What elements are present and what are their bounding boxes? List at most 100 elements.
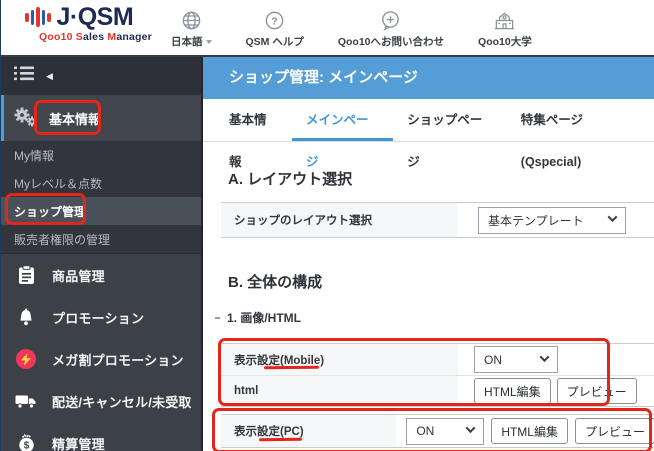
mobile-html-table: 表示設定(Mobile) ON html HTM xyxy=(221,343,654,407)
brand-logo[interactable]: J·QSM Qoo10 Sales Manager xyxy=(25,4,165,43)
sidebar-item-mega-sale[interactable]: メガ割プロモーション xyxy=(1,338,201,380)
section-a-heading: A. レイアウト選択 xyxy=(228,168,654,189)
settlement-icon: $ xyxy=(13,433,39,451)
main-content: ショップ管理: メインページ 基本情報 メインページ ショップページ 特集ページ… xyxy=(201,57,654,451)
field-label-display-pc: 表示設定(PC) xyxy=(221,415,396,447)
sidebar-header: ◀ xyxy=(1,57,201,95)
sidebar-submenu: My情報 Myレベル＆点数 ショップ管理 販売者権限の管理 xyxy=(1,141,201,253)
logo-title: J·QSM xyxy=(57,4,134,30)
qsm-help-link[interactable]: ? QSM ヘルプ xyxy=(246,8,304,49)
group-label-image-html: 1. 画像/HTML xyxy=(215,309,654,326)
field-label-text: html xyxy=(234,385,258,397)
display-pc-select[interactable]: ON xyxy=(406,418,484,445)
chevron-down-icon xyxy=(466,423,476,433)
menu-item-label: 配送/キャンセル/未受取 xyxy=(52,392,192,411)
sidebar-item-product-management[interactable]: 商品管理 xyxy=(1,254,201,296)
svg-text:$: $ xyxy=(23,441,29,451)
qoo10-university-link[interactable]: Qoo10大学 xyxy=(478,8,532,49)
promotion-bell-icon xyxy=(13,308,39,327)
field-label-text: 表示設定(Mobile) xyxy=(234,352,324,368)
sidebar-item-label: 基本情報 xyxy=(49,109,101,128)
sidebar: ◀ xyxy=(1,57,201,451)
logo-subtitle: Qoo10 Sales Manager xyxy=(39,31,165,43)
layout-select-table: ショップのレイアウト選択 基本テンプレート xyxy=(221,202,654,238)
tab-bar: 基本情報 メインページ ショップページ 特集ページ(Qspecial) xyxy=(203,99,654,142)
university-label: Qoo10大学 xyxy=(478,34,532,49)
globe-icon xyxy=(180,8,203,32)
field-value: ON xyxy=(458,344,654,375)
submenu-label: ショップ管理 xyxy=(14,203,86,220)
group-label-text: 1. 画像/HTML xyxy=(227,309,301,326)
qsm-app-window: J·QSM Qoo10 Sales Manager 日本語 ? xyxy=(0,0,654,451)
html-edit-button-pc[interactable]: HTML編集 xyxy=(491,418,568,444)
preview-button-pc[interactable]: プレビュー xyxy=(575,418,654,444)
layout-template-select[interactable]: 基本テンプレート xyxy=(478,207,626,234)
menu-item-label: 精算管理 xyxy=(52,434,105,451)
html-edit-button[interactable]: HTML編集 xyxy=(474,378,551,404)
product-icon xyxy=(13,265,39,285)
logo-sub-s: S xyxy=(76,31,83,43)
field-value: 基本テンプレート xyxy=(458,203,654,237)
caret-down-icon xyxy=(206,40,212,44)
submenu-label: Myレベル＆点数 xyxy=(14,175,102,192)
table-row: ショップのレイアウト選択 基本テンプレート xyxy=(221,203,654,237)
mega-sale-icon xyxy=(13,349,39,369)
field-value: ON HTML編集 プレビュー xyxy=(396,415,654,447)
field-label-html: html xyxy=(221,376,458,406)
contact-icon xyxy=(379,8,402,32)
shipping-truck-icon xyxy=(13,394,39,409)
table-row-pc: 表示設定(PC) ON HTML編集 プレビュー xyxy=(221,415,654,447)
sidebar-item-basic-info[interactable]: 基本情報 xyxy=(1,95,201,141)
sidebar-item-my-level[interactable]: Myレベル＆点数 xyxy=(1,169,201,197)
field-label-display-mobile: 表示設定(Mobile) xyxy=(221,344,458,375)
logo-sub-anager: anager xyxy=(116,31,152,43)
page-title: ショップ管理: メインページ xyxy=(203,57,654,99)
tab-main-page[interactable]: メインページ xyxy=(292,99,393,141)
header-nav: 日本語 ? QSM ヘルプ xyxy=(171,8,532,49)
language-label: 日本語 xyxy=(171,34,203,49)
collapse-sidebar-icon[interactable]: ◀ xyxy=(46,72,53,81)
sidebar-item-my-info[interactable]: My情報 xyxy=(1,141,201,169)
bar-chart-logo-icon xyxy=(25,5,51,29)
chevron-down-icon xyxy=(540,352,550,362)
svg-text:?: ? xyxy=(271,15,277,27)
tab-qspecial[interactable]: 特集ページ(Qspecial) xyxy=(507,99,654,141)
tab-basic-info[interactable]: 基本情報 xyxy=(215,99,292,141)
page-body: A. レイアウト選択 ショップのレイアウト選択 基本テンプレート B. 全体の構… xyxy=(203,168,654,448)
logo-sub-m: M xyxy=(107,31,116,43)
select-value: ON xyxy=(484,353,502,367)
table-row-mobile: 表示設定(Mobile) ON xyxy=(221,344,654,375)
field-value: HTML編集 プレビュー xyxy=(458,376,654,406)
sidebar-item-settlement[interactable]: $ 精算管理 xyxy=(1,422,201,451)
university-icon xyxy=(492,8,517,32)
top-header: J·QSM Qoo10 Sales Manager 日本語 ? xyxy=(1,0,654,57)
sidebar-item-seller-permission[interactable]: 販売者権限の管理 xyxy=(1,225,201,253)
language-selector[interactable]: 日本語 xyxy=(171,8,212,49)
help-icon: ? xyxy=(263,8,286,32)
tab-shop-page[interactable]: ショップページ xyxy=(393,99,507,141)
field-label-text: 表示設定(PC) xyxy=(234,423,304,439)
dash-icon xyxy=(215,317,220,319)
chevron-down-icon xyxy=(608,212,618,222)
sidebar-item-shop-management[interactable]: ショップ管理 xyxy=(1,197,201,225)
menu-item-label: メガ割プロモーション xyxy=(52,350,184,369)
menu-item-label: プロモーション xyxy=(52,308,144,327)
field-label-layout: ショップのレイアウト選択 xyxy=(221,203,458,237)
display-mobile-select[interactable]: ON xyxy=(474,346,558,373)
preview-button[interactable]: プレビュー xyxy=(557,378,637,404)
logo-sub-ales: ales xyxy=(83,31,107,43)
sidebar-item-promotion[interactable]: プロモーション xyxy=(1,296,201,338)
sidebar-item-shipping[interactable]: 配送/キャンセル/未受取 xyxy=(1,380,201,422)
contact-qoo10-link[interactable]: Qoo10へお問い合わせ xyxy=(338,8,444,49)
logo-sub-qoo10: Qoo10 xyxy=(39,31,76,43)
menu-list-icon[interactable] xyxy=(14,66,34,86)
select-value: 基本テンプレート xyxy=(488,212,584,229)
gear-icon xyxy=(13,105,37,132)
qsm-help-label: QSM ヘルプ xyxy=(246,34,304,49)
contact-label: Qoo10へお問い合わせ xyxy=(338,34,444,49)
submenu-label: 販売者権限の管理 xyxy=(14,231,110,248)
table-row-html: html HTML編集 プレビュー xyxy=(221,375,654,406)
menu-item-label: 商品管理 xyxy=(52,266,105,285)
submenu-label: My情報 xyxy=(14,147,54,164)
select-value: ON xyxy=(416,424,434,438)
